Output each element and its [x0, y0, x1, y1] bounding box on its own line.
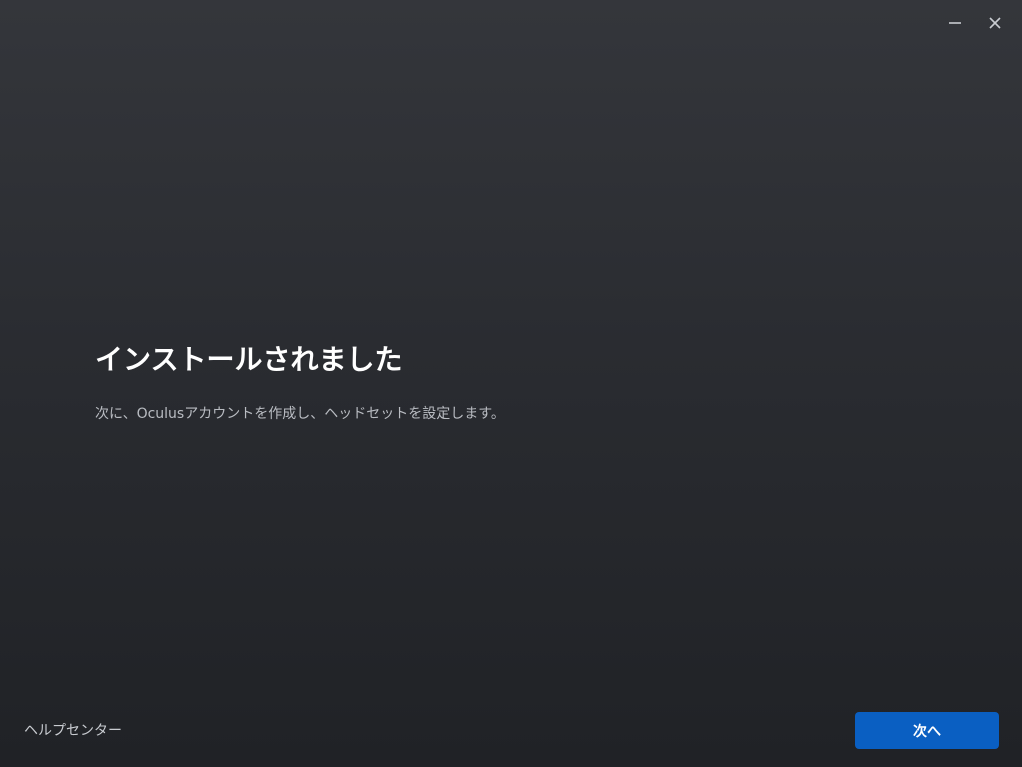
help-center-link[interactable]: ヘルプセンター — [24, 721, 122, 741]
page-title: インストールされました — [95, 343, 403, 376]
window-controls — [938, 10, 1012, 36]
main-content: インストールされました 次に、Oculusアカウントを作成し、ヘッドセットを設定… — [95, 338, 915, 424]
minimize-button[interactable] — [938, 10, 972, 36]
next-button[interactable]: 次へ — [855, 712, 999, 749]
minimize-icon — [949, 22, 961, 24]
close-button[interactable] — [978, 10, 1012, 36]
page-subtitle: 次に、Oculusアカウントを作成し、ヘッドセットを設定します。 — [95, 406, 505, 422]
close-icon — [989, 17, 1001, 29]
